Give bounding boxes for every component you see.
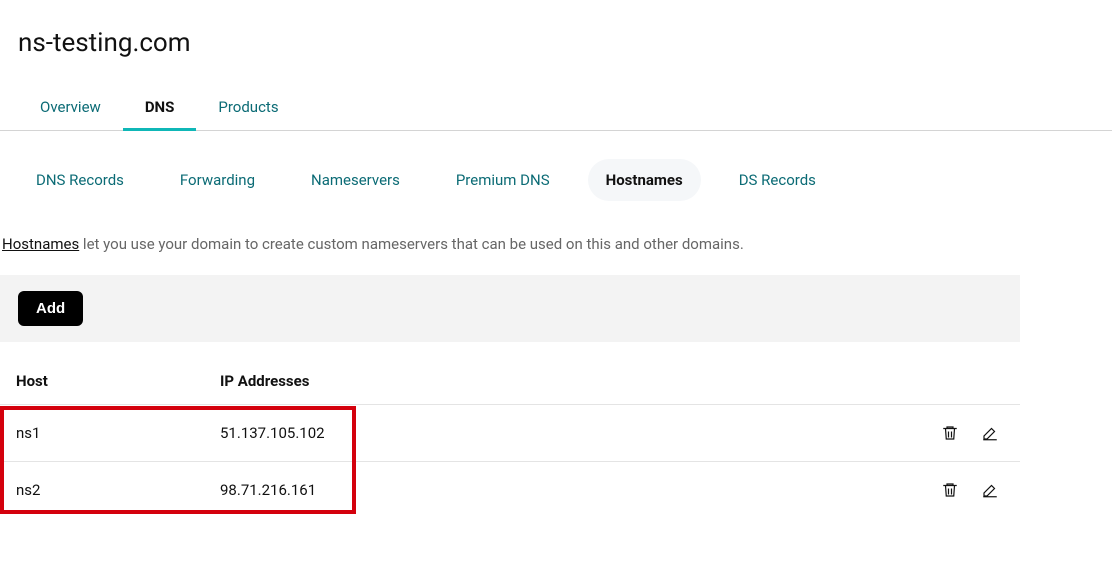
trash-icon[interactable] (936, 419, 964, 447)
trash-icon[interactable] (936, 476, 964, 504)
header-actions (840, 372, 1020, 390)
hostnames-link[interactable]: Hostnames (2, 235, 79, 253)
cell-ip: 51.137.105.102 (220, 424, 840, 442)
table-header: Host IP Addresses (0, 372, 1020, 404)
tab-products[interactable]: Products (196, 86, 300, 130)
cell-host: ns2 (0, 481, 220, 499)
subtab-forwarding[interactable]: Forwarding (162, 159, 273, 201)
cell-host: ns1 (0, 424, 220, 442)
header-host: Host (0, 372, 220, 390)
cell-ip: 98.71.216.161 (220, 481, 840, 499)
header-ip: IP Addresses (220, 372, 840, 390)
subtab-premium-dns[interactable]: Premium DNS (438, 159, 568, 201)
sub-tabs: DNS Records Forwarding Nameservers Premi… (0, 131, 1112, 201)
edit-icon[interactable] (976, 476, 1004, 504)
table-row: ns2 98.71.216.161 (0, 461, 1020, 518)
subtab-dns-records[interactable]: DNS Records (18, 159, 142, 201)
subtab-ds-records[interactable]: DS Records (721, 159, 834, 201)
subtab-hostnames[interactable]: Hostnames (588, 159, 701, 201)
add-bar: Add (0, 275, 1020, 342)
tab-overview[interactable]: Overview (18, 86, 123, 130)
add-button[interactable]: Add (18, 291, 83, 326)
description-rest: let you use your domain to create custom… (79, 235, 744, 253)
tab-dns[interactable]: DNS (123, 86, 197, 130)
subtab-nameservers[interactable]: Nameservers (293, 159, 418, 201)
main-tabs: Overview DNS Products (0, 86, 1112, 131)
table-row: ns1 51.137.105.102 (0, 404, 1020, 461)
edit-icon[interactable] (976, 419, 1004, 447)
description-text: Hostnames let you use your domain to cre… (0, 201, 1112, 253)
hostnames-table: Host IP Addresses ns1 51.137.105.102 ns2… (0, 372, 1020, 518)
page-title: ns-testing.com (0, 0, 1112, 58)
